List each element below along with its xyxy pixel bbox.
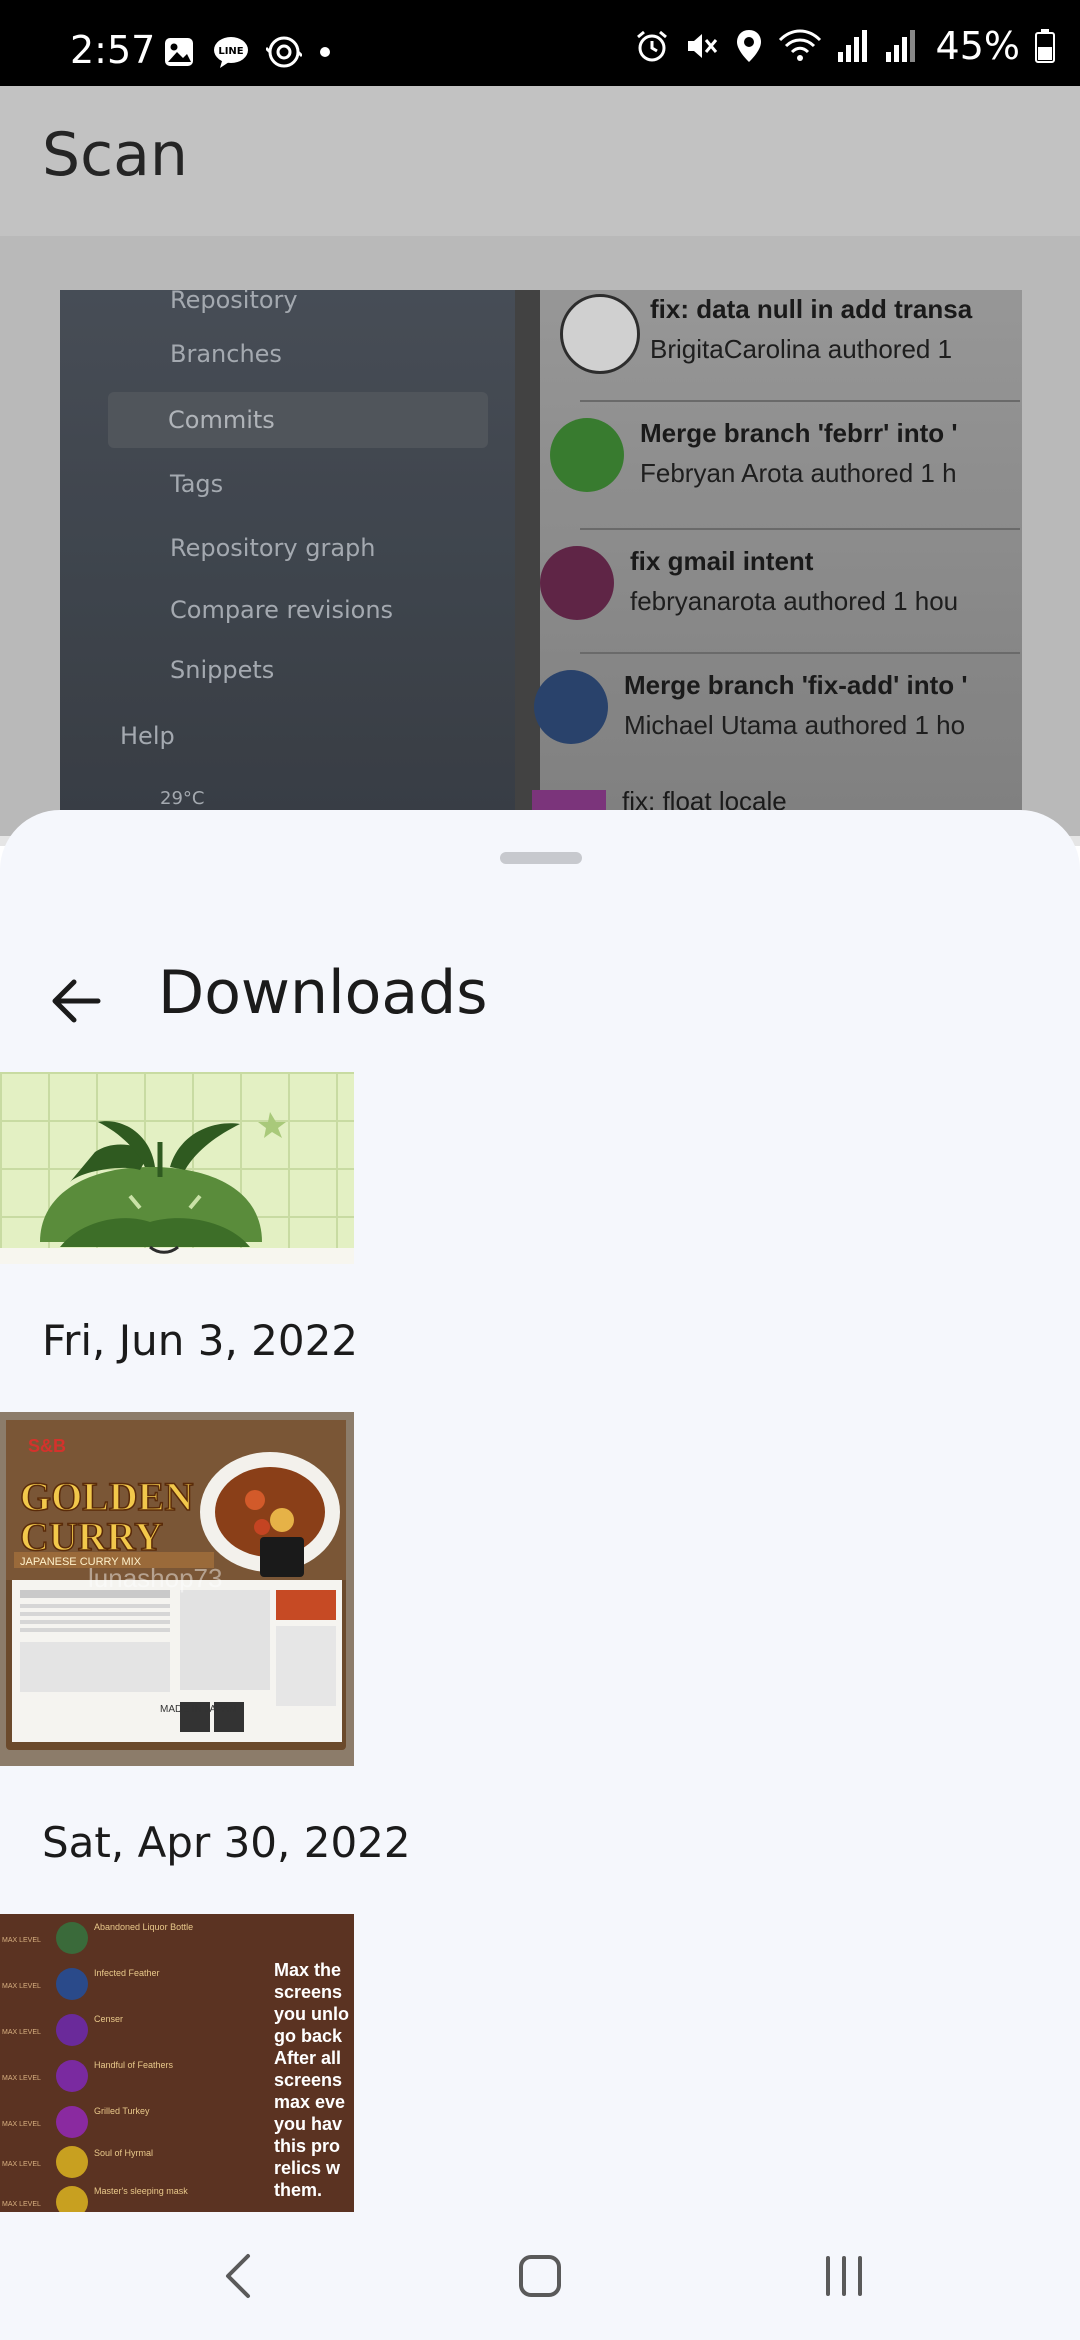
curry-brand: S&B bbox=[28, 1436, 66, 1456]
game-text-line: max eve bbox=[274, 2092, 345, 2112]
relic-name: Grilled Turkey bbox=[94, 2106, 150, 2116]
arrow-left-icon bbox=[52, 979, 101, 1023]
signal-icon-2 bbox=[885, 30, 915, 62]
mute-icon bbox=[687, 34, 717, 58]
relic-name: Soul of Hyrmal bbox=[94, 2148, 153, 2158]
location-icon bbox=[736, 30, 761, 62]
max-level-label: MAX LEVEL bbox=[2, 2161, 41, 2168]
sheet-title: Downloads bbox=[158, 958, 488, 1028]
curry-name-1: GOLDEN bbox=[20, 1474, 193, 1519]
relic-name: Infected Feather bbox=[94, 1968, 160, 1978]
image-thumbnail[interactable] bbox=[0, 1072, 354, 1264]
relic-name: Handful of Feathers bbox=[94, 2060, 174, 2070]
game-text-line: Max the bbox=[274, 1960, 341, 1980]
image-thumbnail[interactable]: Abandoned Liquor Bottle Infected Feather… bbox=[0, 1914, 354, 2214]
nav-back-button[interactable] bbox=[208, 2244, 272, 2308]
game-text-line: go back bbox=[274, 2026, 343, 2046]
sync-icon bbox=[266, 36, 302, 68]
game-text-line: you hav bbox=[274, 2114, 342, 2134]
nav-recents-button[interactable] bbox=[812, 2244, 876, 2308]
notification-icons: LINE bbox=[162, 34, 332, 70]
game-text-line: relics w bbox=[274, 2158, 341, 2178]
curry-made: MADE IN JAPAN bbox=[160, 1704, 236, 1715]
navigation-bar bbox=[0, 2212, 1080, 2340]
date-label: Fri, Jun 3, 2022 bbox=[42, 1316, 359, 1365]
gallery-icon bbox=[165, 38, 193, 66]
back-button[interactable] bbox=[40, 965, 112, 1037]
wifi-icon bbox=[778, 29, 821, 61]
status-bar: 2:57 LINE 45% bbox=[0, 0, 1080, 86]
date-label: Sat, Apr 30, 2022 bbox=[42, 1818, 411, 1867]
nav-home-button[interactable] bbox=[508, 2244, 572, 2308]
drag-handle[interactable] bbox=[500, 852, 582, 864]
max-level-label: MAX LEVEL bbox=[2, 1937, 41, 1944]
chevron-left-icon bbox=[226, 2254, 250, 2298]
line-icon: LINE bbox=[214, 37, 248, 68]
game-text-line: screens bbox=[274, 2070, 342, 2090]
relic-name: Master's sleeping mask bbox=[94, 2186, 188, 2196]
curry-photo: S&B GOLDEN CURRY JAPANESE CURRY MIX MADE… bbox=[0, 1412, 354, 1766]
game-screenshot: Abandoned Liquor Bottle Infected Feather… bbox=[0, 1914, 354, 2214]
status-time: 2:57 bbox=[70, 28, 156, 72]
game-text-line: this pro bbox=[274, 2136, 340, 2156]
sticker-image bbox=[0, 1112, 354, 1264]
max-level-label: MAX LEVEL bbox=[2, 2121, 41, 2128]
alarm-icon bbox=[636, 30, 667, 62]
image-thumbnail[interactable]: S&B GOLDEN CURRY JAPANESE CURRY MIX MADE… bbox=[0, 1412, 354, 1766]
downloads-sheet: Downloads Fri, Jun 3, 2022 S&B GOLDEN CU… bbox=[0, 810, 1080, 2340]
max-level-label: MAX LEVEL bbox=[2, 2029, 41, 2036]
recents-icon bbox=[826, 2256, 862, 2296]
max-level-label: MAX LEVEL bbox=[2, 2201, 41, 2208]
game-text-line: After all bbox=[274, 2048, 341, 2068]
home-icon bbox=[519, 2255, 561, 2297]
game-text-line: them. bbox=[274, 2180, 322, 2200]
battery-icon bbox=[1035, 29, 1055, 63]
max-level-label: MAX LEVEL bbox=[2, 2075, 41, 2082]
svg-text:LINE: LINE bbox=[218, 46, 243, 57]
max-level-label: MAX LEVEL bbox=[2, 1983, 41, 1990]
relic-name: Abandoned Liquor Bottle bbox=[94, 1922, 193, 1932]
game-text-line: you unlo bbox=[274, 2004, 349, 2024]
signal-icon bbox=[837, 30, 867, 62]
game-text-line: screens bbox=[274, 1982, 342, 2002]
more-dot-icon bbox=[320, 47, 330, 57]
battery-percent: 45% bbox=[935, 24, 1020, 68]
system-icons: 45% bbox=[634, 24, 1056, 68]
watermark: lunashop73 bbox=[88, 1563, 222, 1593]
relic-name: Censer bbox=[94, 2014, 123, 2024]
scrim[interactable] bbox=[0, 86, 1080, 846]
